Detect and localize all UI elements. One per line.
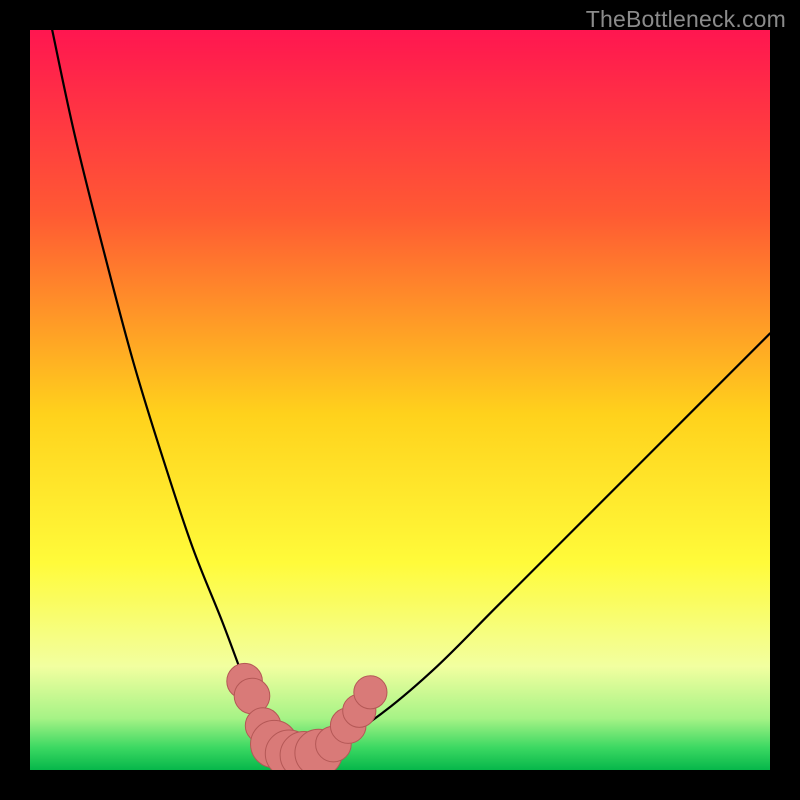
plot-area [30, 30, 770, 770]
outer-frame: TheBottleneck.com [0, 0, 800, 800]
watermark-text: TheBottleneck.com [586, 6, 786, 33]
curve-marker [354, 676, 387, 709]
bottleneck-curve [30, 30, 770, 770]
